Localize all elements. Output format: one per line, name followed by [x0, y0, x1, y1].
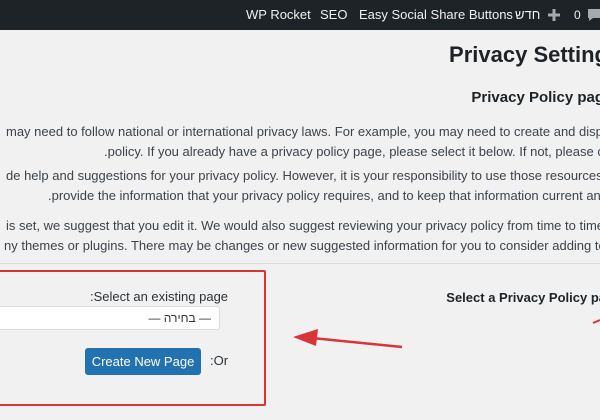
page-title: Privacy Setting [449, 42, 600, 67]
review-line-1: is set, we suggest that you edit it. We … [6, 218, 600, 233]
adminbar-new[interactable]: חדש [515, 0, 540, 30]
intro-line-2: .policy. If you already have a privacy p… [104, 144, 600, 159]
help-paragraph: de help and suggestions for your privacy… [0, 166, 600, 206]
select-privacy-policy-heading: Select a Privacy Policy pa [446, 290, 600, 305]
review-paragraph: is set, we suggest that you edit it. We … [0, 216, 600, 256]
comment-count: 0 [574, 8, 581, 22]
review-line-2: ny themes or plugins. There may be chang… [4, 238, 600, 253]
existing-page-select[interactable]: — בחירה — [0, 306, 220, 330]
comment-bubble-icon[interactable] [586, 7, 600, 23]
select-existing-label: :Select an existing page [90, 289, 229, 304]
admin-bar: WP Rocket SEO Easy Social Share Buttons … [0, 0, 600, 30]
section-subtitle: Privacy Policy pag [471, 89, 600, 106]
adminbar-wp-rocket[interactable]: WP Rocket [246, 0, 311, 30]
or-label: :Or [210, 353, 229, 368]
intro-paragraph: may need to follow national or internati… [0, 122, 600, 162]
help-line-2: .provide the information that your priva… [48, 188, 600, 203]
intro-line-1: may need to follow national or internati… [6, 124, 600, 139]
divider [0, 263, 600, 264]
plus-icon[interactable] [546, 7, 562, 23]
help-line-1: de help and suggestions for your privacy… [6, 168, 600, 183]
adminbar-easy-social-share[interactable]: Easy Social Share Buttons [359, 0, 513, 30]
adminbar-seo[interactable]: SEO [320, 0, 347, 30]
create-new-page-button[interactable]: Create New Page [85, 348, 201, 375]
